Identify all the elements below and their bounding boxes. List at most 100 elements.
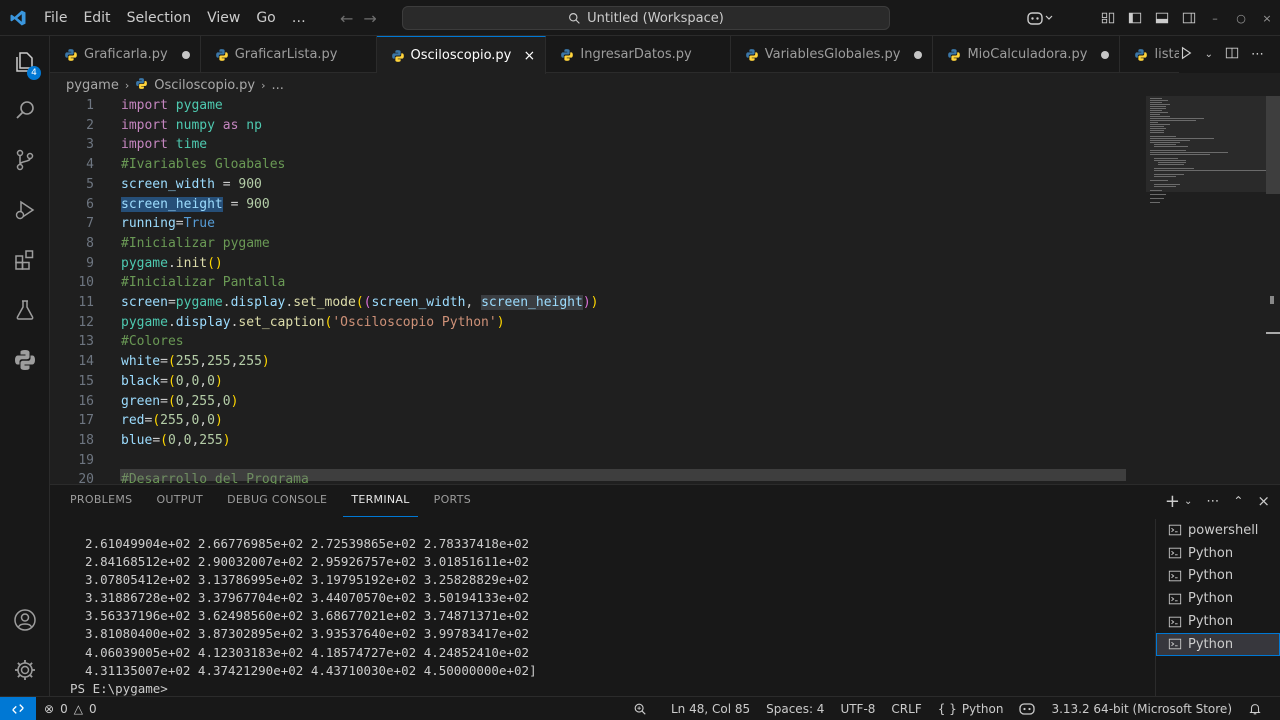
terminal-dropdown-chevron-icon[interactable]: ⌄ bbox=[1184, 496, 1192, 507]
restore-icon[interactable]: ○ bbox=[1228, 0, 1254, 36]
code-editor[interactable]: 1 import pygame 2 import numpy as np 3 import… bbox=[50, 96, 1140, 484]
editor-tab[interactable]: VariablesGlobales.py bbox=[731, 36, 934, 73]
code-line[interactable]: 8 #Inicializar pygame bbox=[50, 234, 1140, 254]
indentation[interactable]: Spaces: 4 bbox=[758, 697, 832, 720]
code-token: 255 bbox=[191, 393, 215, 409]
editor-tab[interactable]: Osciloscopio.py × bbox=[376, 36, 547, 74]
code-line[interactable]: 1 import pygame bbox=[50, 96, 1140, 116]
menu-file[interactable]: File bbox=[36, 0, 75, 36]
terminal-list-item[interactable]: Python bbox=[1156, 632, 1280, 656]
back-arrow-icon[interactable]: ← bbox=[340, 9, 353, 28]
editor-vertical-scrollbar[interactable] bbox=[1266, 96, 1280, 484]
python-interpreter[interactable]: 3.13.2 64-bit (Microsoft Store) bbox=[1043, 697, 1240, 720]
panel-tab[interactable]: OUTPUT bbox=[148, 485, 211, 517]
problems-status[interactable]: ⊗ 0 △ 0 bbox=[36, 702, 97, 716]
terminal-output[interactable]: 2.61049904e+02 2.66776985e+02 2.72539865… bbox=[70, 535, 1150, 698]
close-tab-icon[interactable]: × bbox=[523, 48, 536, 64]
code-line[interactable]: 16 green=(0,255,0) bbox=[50, 392, 1140, 412]
code-line[interactable]: 11 screen=pygame.display.set_mode((screen… bbox=[50, 293, 1140, 313]
menu-go[interactable]: Go bbox=[248, 0, 283, 36]
terminal-list-item[interactable]: Python bbox=[1156, 587, 1280, 610]
code-line[interactable]: 13 #Colores bbox=[50, 332, 1140, 352]
settings-gear-icon[interactable] bbox=[0, 646, 50, 694]
code-text: #Colores bbox=[121, 332, 184, 352]
minimap[interactable] bbox=[1146, 96, 1266, 484]
editor-tab[interactable]: IngresarDatos.py bbox=[546, 36, 731, 73]
encoding[interactable]: UTF-8 bbox=[832, 697, 883, 720]
accounts-icon[interactable] bbox=[0, 596, 50, 644]
editor-horizontal-scrollbar[interactable] bbox=[120, 469, 1126, 481]
new-terminal-plus-icon[interactable]: + bbox=[1165, 491, 1180, 512]
run-python-file-icon[interactable] bbox=[1179, 46, 1193, 64]
source-control-icon[interactable] bbox=[0, 136, 50, 184]
unsaved-dot-icon[interactable] bbox=[181, 50, 190, 59]
unsaved-dot-icon[interactable] bbox=[1101, 50, 1110, 59]
end-of-line[interactable]: CRLF bbox=[883, 697, 929, 720]
language-mode[interactable]: { } Python bbox=[930, 697, 1012, 720]
toggle-panel-icon[interactable] bbox=[1148, 0, 1175, 36]
testing-flask-icon[interactable] bbox=[0, 286, 50, 334]
code-line[interactable]: 2 import numpy as np bbox=[50, 116, 1140, 136]
terminal-list-item[interactable]: Python bbox=[1156, 542, 1280, 565]
code-line[interactable]: 9 pygame.init() bbox=[50, 254, 1140, 274]
code-line[interactable]: 15 black=(0,0,0) bbox=[50, 372, 1140, 392]
code-line[interactable]: 14 white=(255,255,255) bbox=[50, 352, 1140, 372]
run-dropdown-chevron-icon[interactable]: ⌄ bbox=[1205, 49, 1213, 60]
close-window-icon[interactable]: × bbox=[1254, 0, 1280, 36]
terminal-list-item[interactable]: Python bbox=[1156, 565, 1280, 588]
editor-tabs: Graficarla.py GraficarLista.py Osciloscopi… bbox=[50, 36, 1280, 74]
more-actions-icon[interactable]: ⋯ bbox=[1251, 47, 1264, 62]
panel-tab[interactable]: PROBLEMS bbox=[62, 485, 140, 517]
panel-tab[interactable]: DEBUG CONSOLE bbox=[219, 485, 335, 517]
forward-arrow-icon[interactable]: → bbox=[363, 9, 376, 28]
code-line[interactable]: 3 import time bbox=[50, 135, 1140, 155]
menu-view[interactable]: View bbox=[199, 0, 248, 36]
customize-layout-icon[interactable] bbox=[1094, 0, 1121, 36]
search-view-icon[interactable] bbox=[0, 86, 50, 134]
code-line[interactable]: 18 blue=(0,0,255) bbox=[50, 431, 1140, 451]
toggle-secondary-sidebar-icon[interactable] bbox=[1175, 0, 1202, 36]
more-panel-actions-icon[interactable]: ⋯ bbox=[1206, 494, 1219, 509]
cursor-position[interactable]: Ln 48, Col 85 bbox=[663, 697, 758, 720]
code-line[interactable]: 10 #Inicializar Pantalla bbox=[50, 273, 1140, 293]
breadcrumb-folder[interactable]: pygame bbox=[66, 78, 119, 93]
remote-indicator-icon[interactable] bbox=[0, 696, 36, 720]
zoom-icon[interactable] bbox=[625, 697, 655, 720]
explorer-icon[interactable]: 4 bbox=[0, 38, 50, 86]
editor-tab[interactable]: Graficarla.py bbox=[50, 36, 201, 73]
menu-bar: File Edit Selection View Go … bbox=[36, 0, 314, 36]
code-line[interactable]: 7 running=True bbox=[50, 214, 1140, 234]
terminal-list-item[interactable]: Python bbox=[1156, 610, 1280, 633]
maximize-panel-chevron-up-icon[interactable]: ⌃ bbox=[1233, 494, 1243, 508]
split-editor-icon[interactable] bbox=[1225, 46, 1239, 64]
copilot-icon[interactable] bbox=[1020, 0, 1060, 36]
notifications-bell-icon[interactable] bbox=[1240, 697, 1270, 720]
extensions-icon[interactable] bbox=[0, 236, 50, 284]
menu-selection[interactable]: Selection bbox=[119, 0, 200, 36]
unsaved-dot-icon[interactable] bbox=[914, 50, 923, 59]
code-token: ( bbox=[167, 373, 176, 389]
code-line[interactable]: 19 bbox=[50, 451, 1140, 471]
breadcrumb-more[interactable]: ... bbox=[272, 78, 284, 93]
close-panel-icon[interactable]: × bbox=[1257, 492, 1270, 510]
menu-more[interactable]: … bbox=[284, 0, 314, 36]
copilot-status-icon[interactable] bbox=[1011, 697, 1043, 720]
breadcrumb-file[interactable]: Osciloscopio.py bbox=[154, 78, 255, 93]
menu-edit[interactable]: Edit bbox=[75, 0, 118, 36]
minimize-icon[interactable]: – bbox=[1202, 0, 1228, 36]
panel-tab[interactable]: TERMINAL bbox=[343, 485, 418, 517]
code-line[interactable]: 17 red=(255,0,0) bbox=[50, 411, 1140, 431]
python-icon[interactable] bbox=[0, 336, 50, 384]
vscode-logo-icon[interactable] bbox=[0, 0, 36, 36]
terminal-list-item[interactable]: powershell bbox=[1156, 519, 1280, 542]
panel-tab[interactable]: PORTS bbox=[426, 485, 479, 517]
code-line[interactable]: 4 #Ivariables Gloabales bbox=[50, 155, 1140, 175]
toggle-primary-sidebar-icon[interactable] bbox=[1121, 0, 1148, 36]
editor-tab[interactable]: GraficarLista.py bbox=[201, 36, 377, 73]
editor-tab[interactable]: MioCalculadora.py bbox=[933, 36, 1121, 73]
code-line[interactable]: 6 screen_height = 900 bbox=[50, 195, 1140, 215]
code-line[interactable]: 5 screen_width = 900 bbox=[50, 175, 1140, 195]
command-center-search[interactable]: Untitled (Workspace) bbox=[402, 6, 890, 30]
run-debug-icon[interactable] bbox=[0, 186, 50, 234]
code-line[interactable]: 12 pygame.display.set_caption('Osciloscop… bbox=[50, 313, 1140, 333]
